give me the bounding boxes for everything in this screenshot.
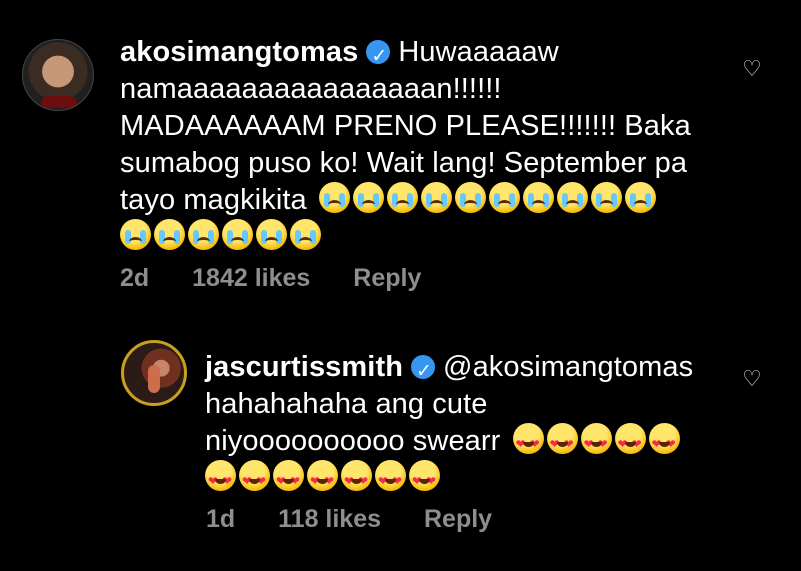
- smiling-face-with-heart-eyes-icon: [239, 460, 270, 491]
- loudly-crying-face-icon: [318, 182, 350, 213]
- smiling-face-with-heart-eyes-icon: [580, 423, 612, 454]
- comment-line-1: akosimangtomas Huwaaaaaw: [120, 34, 740, 75]
- loudly-crying-face-icon: [420, 182, 452, 213]
- loudly-crying-face-icon: [386, 182, 418, 213]
- comment-meta: 2d 1842 likes Reply: [120, 264, 457, 293]
- heart-icon[interactable]: ♡: [741, 59, 763, 81]
- smiling-face-with-heart-eyes-icon: [409, 460, 440, 491]
- reply-meta: 1d 118 likes Reply: [206, 505, 528, 534]
- comment-text-part: tayo magkikita: [120, 184, 307, 216]
- username[interactable]: akosimangtomas: [120, 36, 358, 68]
- comment-text-part: Huwaaaaaw: [398, 36, 559, 68]
- smiling-face-with-heart-eyes-icon: [375, 460, 406, 491]
- smiling-face-with-heart-eyes-icon: [341, 460, 372, 491]
- reply-line-3: niyoooooooooo swearr: [205, 423, 735, 460]
- avatar[interactable]: [22, 39, 94, 111]
- loudly-crying-face-icon: [590, 182, 622, 213]
- loudly-crying-face-icon: [256, 219, 287, 250]
- comment-line-4: sumabog puso ko! Wait lang! September pa: [120, 147, 688, 179]
- mention-link[interactable]: @akosimangtomas: [443, 351, 693, 383]
- comment-line-5: tayo magkikita: [120, 182, 740, 219]
- reply-line-1: jascurtissmith @akosimangtomas: [205, 349, 735, 390]
- likes-count[interactable]: 118 likes: [278, 505, 381, 533]
- smiling-face-with-heart-eyes-icon: [614, 423, 646, 454]
- verified-badge-icon: [366, 38, 391, 75]
- heart-icon[interactable]: ♡: [741, 369, 763, 391]
- smiling-face-with-heart-eyes-icon: [648, 423, 680, 454]
- loudly-crying-face-icon: [154, 219, 185, 250]
- comment-time: 1d: [206, 505, 236, 533]
- loudly-crying-face-icon: [222, 219, 253, 250]
- username[interactable]: jascurtissmith: [205, 351, 403, 383]
- loudly-crying-face-icon: [120, 219, 151, 250]
- reply-text-part: niyoooooooooo swearr: [205, 425, 501, 457]
- reply-line-4: [205, 460, 735, 497]
- smiling-face-with-heart-eyes-icon: [205, 460, 236, 491]
- smiling-face-with-heart-eyes-icon: [273, 460, 304, 491]
- smiling-face-with-heart-eyes-icon: [512, 423, 544, 454]
- loudly-crying-face-icon: [188, 219, 219, 250]
- comment-line-6: [120, 219, 740, 256]
- reply-button[interactable]: Reply: [353, 264, 421, 292]
- comment-line-2: namaaaaaaaaaaaaaaaan!!!!!!: [120, 73, 502, 105]
- reply-button[interactable]: Reply: [424, 505, 492, 533]
- comment-line-3: MADAAAAAAM PRENO PLEASE!!!!!!! Baka: [120, 110, 691, 142]
- loudly-crying-face-icon: [624, 182, 656, 213]
- smiling-face-with-heart-eyes-icon: [307, 460, 338, 491]
- avatar[interactable]: [121, 340, 187, 406]
- likes-count[interactable]: 1842 likes: [192, 264, 310, 292]
- reply-line-2: hahahahaha ang cute: [205, 388, 488, 420]
- loudly-crying-face-icon: [290, 219, 321, 250]
- smiling-face-with-heart-eyes-icon: [546, 423, 578, 454]
- loudly-crying-face-icon: [352, 182, 384, 213]
- loudly-crying-face-icon: [488, 182, 520, 213]
- loudly-crying-face-icon: [556, 182, 588, 213]
- loudly-crying-face-icon: [522, 182, 554, 213]
- comment-time: 2d: [120, 264, 150, 292]
- verified-badge-icon: [411, 353, 436, 390]
- loudly-crying-face-icon: [454, 182, 486, 213]
- comment-reply: jascurtissmith @akosimangtomas hahahahaha…: [205, 349, 735, 497]
- comment-main: akosimangtomas Huwaaaaaw namaaaaaaaaaaaaa…: [120, 34, 740, 256]
